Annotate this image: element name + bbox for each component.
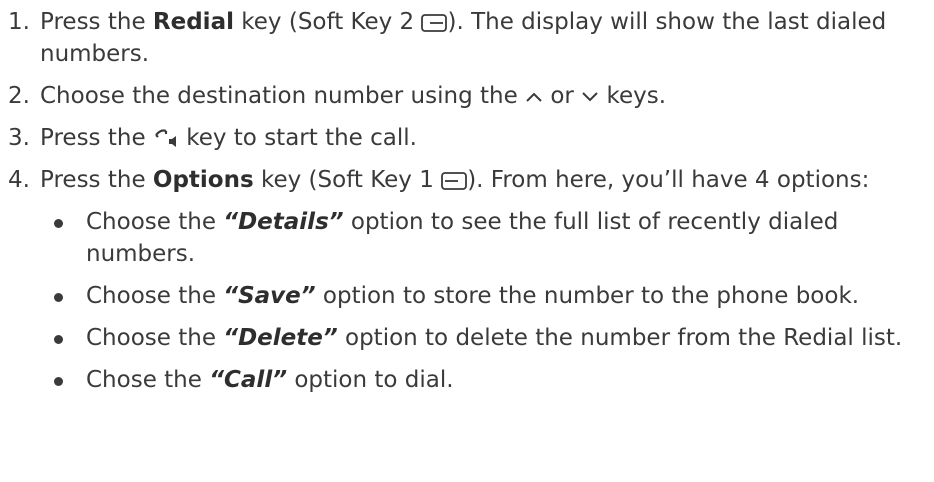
option-call: Chose the “Call” option to dial. [40, 364, 924, 396]
step-number: 2. [8, 83, 30, 109]
option-name: “Details” [223, 209, 344, 235]
option-text-before: Choose the [86, 325, 224, 351]
step-text-before: Press the [40, 125, 153, 151]
options-list: Choose the “Details” option to see the f… [40, 206, 924, 396]
step-number: 4. [8, 167, 30, 193]
step-text-before: Press the [40, 167, 153, 193]
option-name: “Save” [223, 283, 316, 309]
step-text-middle: key (Soft Key 2 [233, 9, 422, 35]
step-text-or: or [543, 83, 582, 109]
call-handset-icon [153, 128, 179, 150]
option-text-after: option to delete the number from the Red… [337, 325, 903, 351]
option-delete: Choose the “Delete” option to delete the… [40, 322, 924, 354]
option-name: “Delete” [223, 325, 338, 351]
option-text-before: Choose the [86, 283, 224, 309]
step-text-before: Press the [40, 9, 153, 35]
bullet-icon [54, 377, 63, 386]
step-number: 3. [8, 125, 30, 151]
step-number: 1. [8, 9, 30, 35]
option-text-before: Choose the [86, 209, 224, 235]
option-details: Choose the “Details” option to see the f… [40, 206, 924, 270]
bullet-icon [54, 335, 63, 344]
step-1: 1. Press the Redial key (Soft Key 2 ). T… [8, 6, 924, 70]
steps-list: 1. Press the Redial key (Soft Key 2 ). T… [8, 6, 924, 396]
step-text-middle: key (Soft Key 1 [253, 167, 442, 193]
step-text-before: Choose the destination number using the [40, 83, 526, 109]
key-name-options: Options [152, 167, 254, 193]
key-name-redial: Redial [152, 9, 234, 35]
soft-key-1-icon [441, 171, 468, 190]
step-text-after: ). From here, you’ll have 4 options: [467, 167, 870, 193]
option-name: “Call” [209, 367, 288, 393]
option-text-after: option to store the number to the phone … [315, 283, 860, 309]
option-save: Choose the “Save” option to store the nu… [40, 280, 924, 312]
step-3: 3. Press the key to start the call. [8, 122, 924, 154]
option-text-before: Chose the [86, 367, 210, 393]
step-2: 2. Choose the destination number using t… [8, 80, 924, 112]
down-arrow-icon [581, 91, 599, 103]
step-4: 4. Press the Options key (Soft Key 1 ). … [8, 164, 924, 396]
step-text-after: key to start the call. [178, 125, 417, 151]
up-arrow-icon [525, 91, 543, 103]
soft-key-2-icon [421, 13, 448, 32]
step-text-after: keys. [599, 83, 667, 109]
bullet-icon [54, 293, 63, 302]
instructions-page: 1. Press the Redial key (Soft Key 2 ). T… [0, 0, 934, 482]
option-text-after: option to dial. [287, 367, 454, 393]
bullet-icon [54, 219, 63, 228]
